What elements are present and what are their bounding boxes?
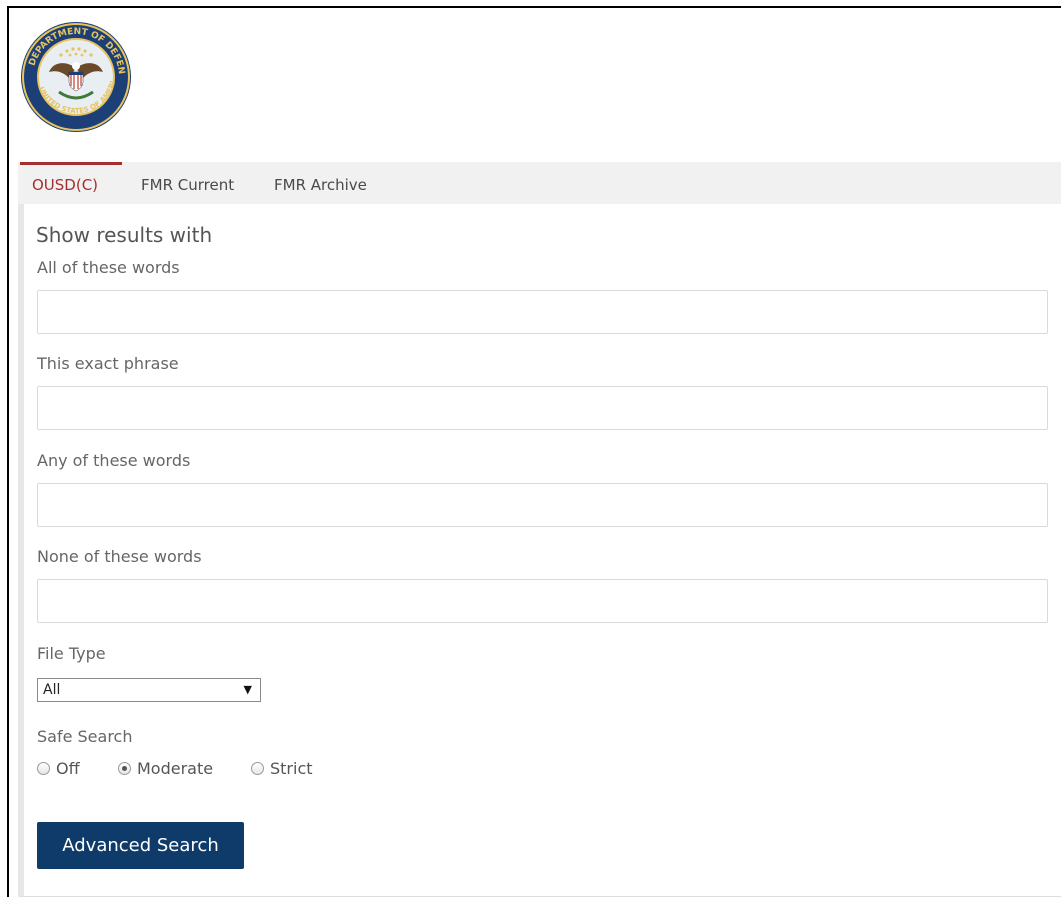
radio-checked-icon	[118, 762, 131, 775]
file-type-select[interactable]: All ▼	[37, 678, 261, 702]
nav-bar: OUSD(C) FMR Current FMR Archive	[18, 162, 1061, 204]
none-words-input[interactable]	[37, 579, 1048, 623]
radio-label: Off	[56, 759, 80, 778]
radio-unchecked-icon	[251, 762, 264, 775]
page-frame: DEPARTMENT OF DEFENSE UNITED STATES OF A…	[7, 6, 1061, 897]
any-words-input[interactable]	[37, 483, 1048, 527]
safe-search-label: Safe Search	[37, 727, 133, 746]
all-words-input[interactable]	[37, 290, 1048, 334]
none-words-label: None of these words	[37, 547, 202, 566]
tab-label: OUSD(C)	[32, 176, 99, 194]
exact-phrase-input[interactable]	[37, 386, 1048, 430]
active-tab-indicator	[20, 162, 122, 165]
tab-fmr-current[interactable]: FMR Current	[141, 162, 234, 204]
form-heading: Show results with	[36, 223, 213, 247]
dropdown-arrow-icon: ▼	[243, 683, 252, 696]
advanced-search-button[interactable]: Advanced Search	[37, 822, 244, 869]
file-type-label: File Type	[37, 644, 106, 663]
radio-label: Strict	[270, 759, 313, 778]
advanced-search-form: Show results with All of these words Thi…	[18, 204, 1061, 897]
tab-label: FMR Archive	[274, 176, 367, 194]
radio-label: Moderate	[137, 759, 214, 778]
radio-unchecked-icon	[37, 762, 50, 775]
seal-icon: DEPARTMENT OF DEFENSE UNITED STATES OF A…	[16, 13, 131, 132]
exact-phrase-label: This exact phrase	[37, 354, 179, 373]
all-words-label: All of these words	[37, 258, 180, 277]
file-type-selected: All	[43, 682, 61, 698]
tab-ousdc[interactable]: OUSD(C)	[20, 162, 122, 204]
tab-label: FMR Current	[141, 176, 235, 194]
any-words-label: Any of these words	[37, 451, 191, 470]
tab-fmr-archive[interactable]: FMR Archive	[274, 162, 367, 204]
dod-seal-logo[interactable]: DEPARTMENT OF DEFENSE UNITED STATES OF A…	[16, 13, 133, 134]
